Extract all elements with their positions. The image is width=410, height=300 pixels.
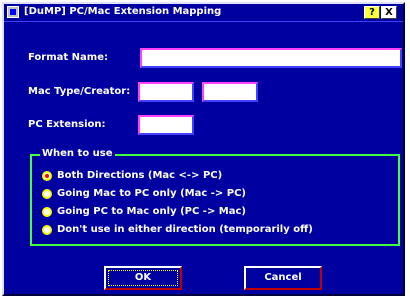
pc-extension-input[interactable] xyxy=(138,115,194,135)
radio-label: Going PC to Mac only (PC -> Mac) xyxy=(57,206,246,217)
radio-label: Don't use in either direction (temporari… xyxy=(57,224,313,235)
radio-button[interactable] xyxy=(42,207,52,217)
radio-button[interactable] xyxy=(42,225,52,235)
title-bar[interactable]: [DuMP] PC/Mac Extension Mapping ? X xyxy=(4,4,403,22)
window-title: [DuMP] PC/Mac Extension Mapping xyxy=(24,6,222,17)
radio-button[interactable] xyxy=(42,189,52,199)
mac-type-creator-label: Mac Type/Creator: xyxy=(28,86,131,97)
radio-label: Both Directions (Mac <-> PC) xyxy=(57,170,223,181)
radio-button-selected[interactable] xyxy=(42,171,52,181)
mac-creator-input[interactable] xyxy=(202,82,258,102)
mac-type-input[interactable] xyxy=(138,82,194,102)
pc-extension-label: PC Extension: xyxy=(28,119,106,130)
app-icon xyxy=(7,6,19,18)
extension-mapping-dialog: [DuMP] PC/Mac Extension Mapping ? X Form… xyxy=(2,2,405,296)
radio-label: Going Mac to PC only (Mac -> PC) xyxy=(57,188,246,199)
close-button[interactable]: X xyxy=(381,6,397,19)
when-to-use-group: When to use Both Directions (Mac <-> PC)… xyxy=(30,148,400,246)
format-name-input[interactable] xyxy=(140,48,402,68)
when-to-use-title: When to use xyxy=(40,148,115,159)
help-button[interactable]: ? xyxy=(364,6,380,19)
format-name-label: Format Name: xyxy=(28,52,108,63)
cancel-button[interactable]: Cancel xyxy=(244,266,322,290)
ok-button[interactable]: OK xyxy=(104,266,182,290)
